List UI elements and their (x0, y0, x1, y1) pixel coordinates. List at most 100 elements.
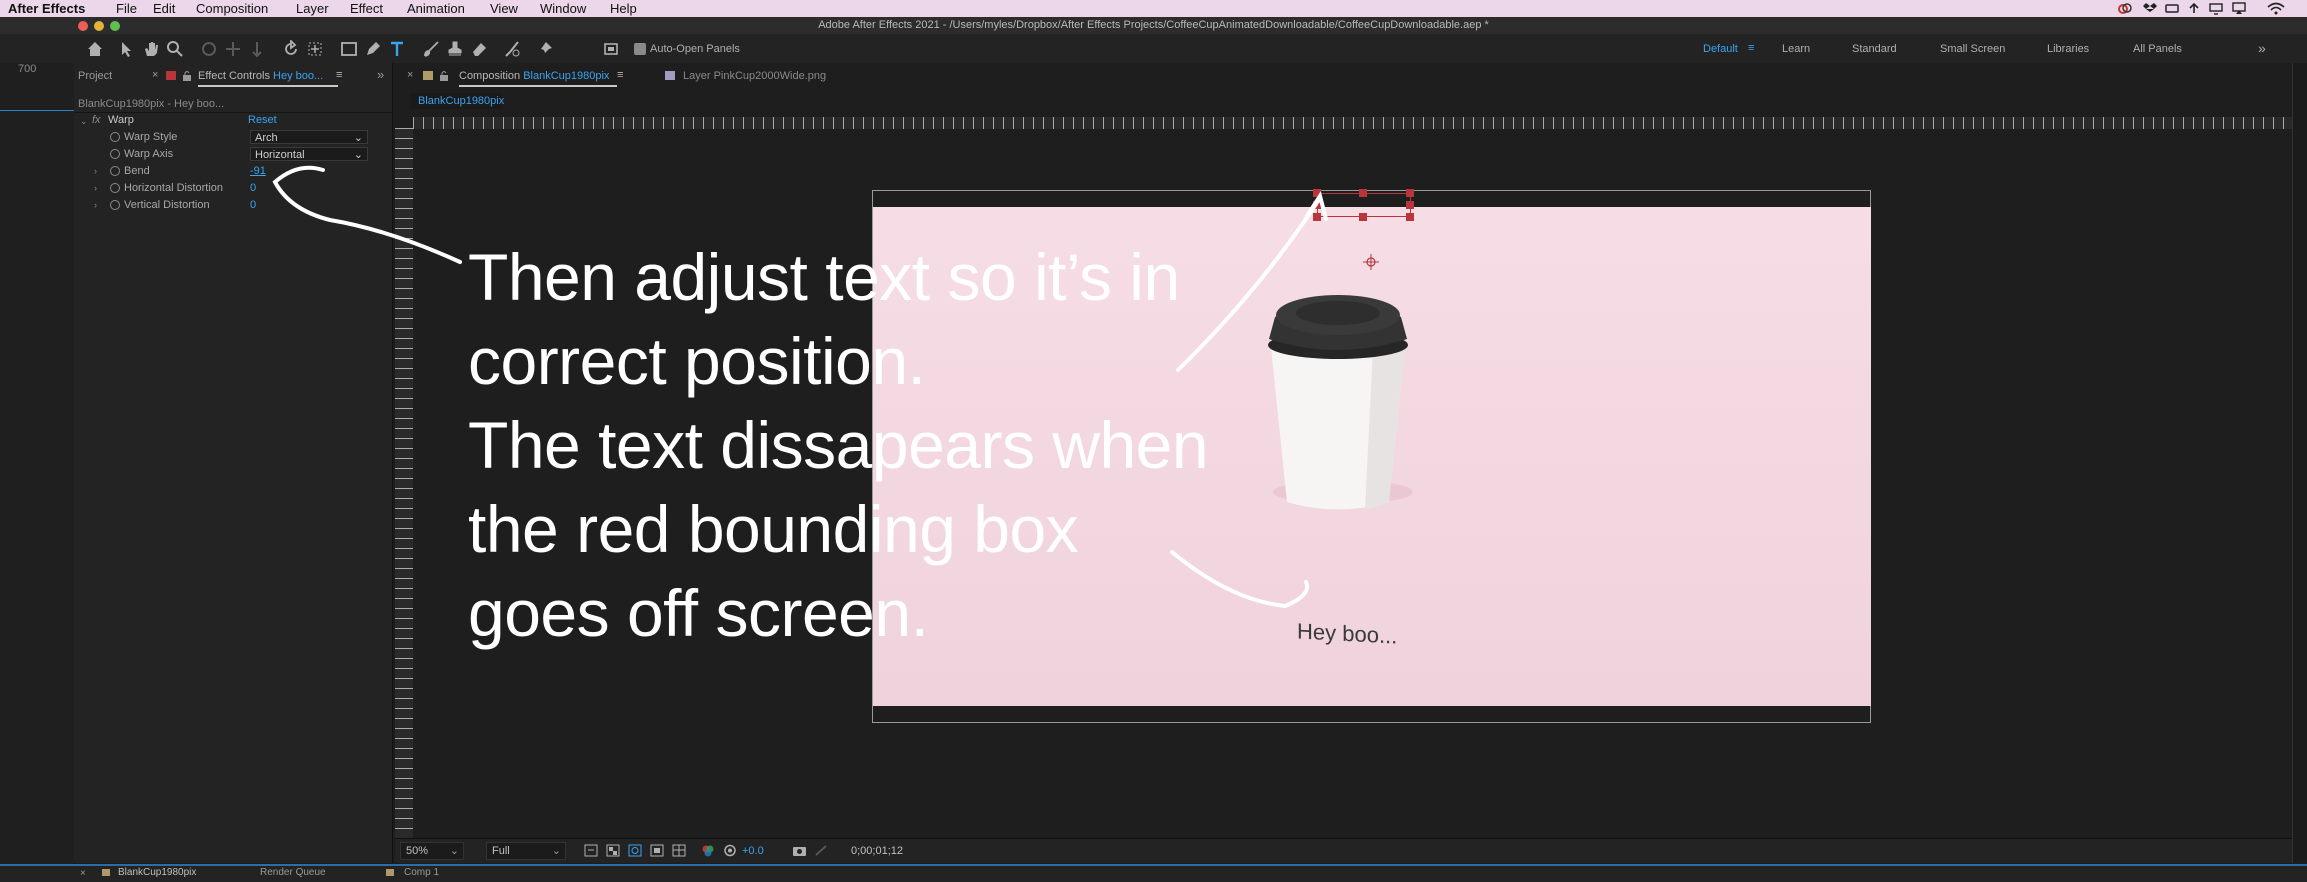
lock-icon[interactable] (182, 70, 192, 81)
hand-tool-icon[interactable] (142, 40, 160, 58)
panel-overflow-icon[interactable]: » (377, 67, 384, 82)
display-icon[interactable] (2209, 2, 2223, 15)
twirl-right-icon[interactable]: › (94, 183, 97, 193)
bounding-box-handle[interactable] (1406, 201, 1414, 209)
timeline-tab-comp1[interactable]: Comp 1 (404, 867, 439, 878)
snapping-icon[interactable] (602, 40, 620, 58)
workspace-libraries[interactable]: Libraries (2047, 43, 2089, 55)
menu-file[interactable]: File (116, 0, 137, 17)
anchor-point-tool-icon[interactable] (306, 40, 324, 58)
twirl-right-icon[interactable]: › (94, 200, 97, 210)
zoom-dropdown[interactable]: 50% ⌄ (400, 842, 464, 860)
horizontal-distortion-value[interactable]: 0 (250, 182, 256, 194)
close-tab-icon[interactable]: × (407, 69, 413, 81)
workspace-default[interactable]: Default (1703, 43, 1738, 55)
wifi-icon[interactable] (2267, 2, 2285, 15)
workspace-all-panels[interactable]: All Panels (2133, 43, 2182, 55)
timeline-tab-comp[interactable]: BlankCup1980pix (118, 867, 196, 878)
menu-composition[interactable]: Composition (196, 0, 268, 17)
workspace-menu-icon[interactable]: ≡ (1748, 42, 1754, 54)
roto-brush-tool-icon[interactable] (504, 40, 522, 58)
brush-tool-icon[interactable] (422, 40, 440, 58)
orbit-camera-icon[interactable] (200, 40, 218, 58)
workspace-standard[interactable]: Standard (1852, 43, 1897, 55)
stopwatch-icon[interactable] (110, 166, 120, 176)
tab-composition[interactable]: Composition BlankCup1980pix (459, 70, 609, 82)
rectangle-tool-icon[interactable] (340, 40, 358, 58)
show-snapshot-icon[interactable] (814, 844, 828, 857)
tab-effect-controls[interactable]: Effect Controls Hey boo... (198, 70, 323, 82)
menu-edit[interactable]: Edit (153, 0, 175, 17)
current-time[interactable]: 0;00;01;12 (851, 845, 903, 857)
home-icon[interactable] (86, 40, 104, 58)
menu-layer[interactable]: Layer (296, 0, 329, 17)
stopwatch-icon[interactable] (110, 149, 120, 159)
auto-open-checkbox[interactable] (634, 43, 646, 55)
twirl-down-icon[interactable]: ⌄ (80, 116, 88, 127)
fast-preview-icon[interactable] (584, 844, 598, 857)
workspace-learn[interactable]: Learn (1782, 43, 1810, 55)
workspace-small-screen[interactable]: Small Screen (1940, 43, 2005, 55)
bounding-box-handle[interactable] (1406, 213, 1414, 221)
vertical-distortion-value[interactable]: 0 (250, 199, 256, 211)
left-ruler[interactable] (395, 128, 413, 838)
bounding-box-handle[interactable] (1313, 213, 1321, 221)
stopwatch-icon[interactable] (110, 132, 120, 142)
close-tab-icon[interactable]: × (152, 69, 158, 81)
reset-link[interactable]: Reset (248, 114, 277, 126)
twirl-right-icon[interactable]: › (94, 166, 97, 176)
fx-badge[interactable]: fx (92, 114, 101, 126)
warp-style-dropdown[interactable]: Arch ⌄ (250, 130, 368, 144)
selection-tool-icon[interactable] (118, 40, 136, 58)
transparency-grid-icon[interactable] (606, 844, 620, 857)
menu-effect[interactable]: Effect (350, 0, 383, 17)
grid-guides-icon[interactable] (672, 844, 686, 857)
exposure-value[interactable]: +0.0 (742, 845, 764, 857)
puppet-pin-tool-icon[interactable] (536, 40, 554, 58)
dropbox-icon[interactable] (2143, 2, 2157, 15)
pan-camera-icon[interactable] (224, 40, 242, 58)
stopwatch-icon[interactable] (110, 200, 120, 210)
workspace-overflow-icon[interactable]: » (2258, 40, 2266, 56)
bounding-box-handle[interactable] (1359, 189, 1367, 197)
warp-axis-dropdown[interactable]: Horizontal ⌄ (250, 147, 368, 161)
menu-window[interactable]: Window (540, 0, 586, 17)
drive-icon[interactable] (2165, 2, 2179, 15)
tab-layer[interactable]: Layer PinkCup2000Wide.png (683, 70, 826, 82)
zoom-tool-icon[interactable] (166, 40, 184, 58)
dolly-camera-icon[interactable] (248, 40, 266, 58)
bounding-box-handle[interactable] (1359, 213, 1367, 221)
clone-stamp-tool-icon[interactable] (446, 40, 464, 58)
app-menu[interactable]: After Effects (8, 0, 85, 17)
rotation-tool-icon[interactable] (282, 40, 300, 58)
top-ruler[interactable] (413, 117, 2293, 129)
reset-exposure-icon[interactable] (723, 844, 737, 857)
timeline-close-icon[interactable]: × (80, 868, 86, 879)
resolution-dropdown[interactable]: Full ⌄ (486, 842, 566, 860)
lock-icon[interactable] (439, 70, 449, 81)
menu-help[interactable]: Help (610, 0, 637, 17)
creative-cloud-icon[interactable] (2118, 2, 2132, 15)
mask-visibility-icon[interactable] (628, 844, 642, 857)
bend-label: Bend (124, 165, 150, 177)
pen-tool-icon[interactable] (364, 40, 382, 58)
channel-icon[interactable] (701, 844, 715, 857)
comp-subtab[interactable]: BlankCup1980pix (411, 93, 504, 109)
type-tool-icon[interactable] (388, 40, 406, 58)
bounding-box-handle[interactable] (1313, 201, 1321, 209)
bounding-box-handle[interactable] (1313, 189, 1321, 197)
airplay-icon[interactable] (2232, 2, 2246, 15)
bounding-box-handle[interactable] (1406, 189, 1414, 197)
eraser-tool-icon[interactable] (470, 40, 488, 58)
menu-animation[interactable]: Animation (407, 0, 465, 17)
panel-menu-icon[interactable]: ≡ (336, 69, 342, 81)
timeline-tab-render-queue[interactable]: Render Queue (260, 867, 326, 878)
panel-menu-icon[interactable]: ≡ (617, 69, 623, 81)
tab-project[interactable]: Project (78, 70, 112, 82)
region-of-interest-icon[interactable] (650, 844, 664, 857)
stopwatch-icon[interactable] (110, 183, 120, 193)
upload-icon[interactable] (2187, 2, 2201, 15)
camera-snapshot-icon[interactable] (792, 844, 807, 857)
bend-value[interactable]: -91 (250, 165, 266, 177)
menu-view[interactable]: View (490, 0, 518, 17)
